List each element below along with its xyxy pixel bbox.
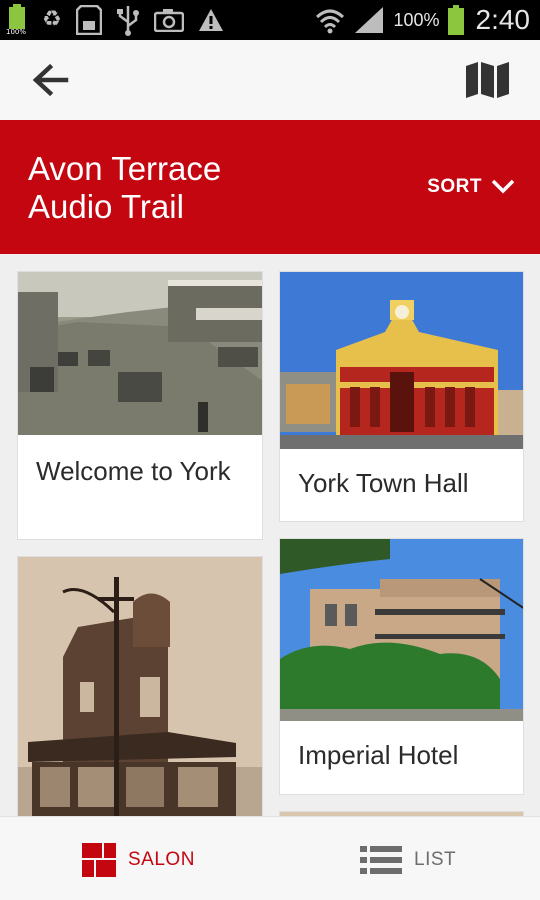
chevron-down-icon [491,179,515,194]
signal-icon [355,7,384,33]
tab-salon[interactable]: SALON [82,843,195,877]
warning-icon [198,9,223,31]
clock: 2:40 [475,4,531,35]
small-battery-percent: 100% [6,28,27,36]
sort-button[interactable]: SORT [427,172,516,202]
battery-full-icon: 100% [6,4,28,36]
camera-icon [153,9,184,32]
bottom-tab-bar: SALON LIST [0,816,540,900]
stop-image-imperial-hotel [280,539,523,721]
wifi-icon [316,9,345,34]
trail-title-line-1: Avon Terrace [28,150,222,187]
recycle-icon: ♻ [42,7,62,32]
action-bar [0,40,540,120]
map-button[interactable] [462,60,514,100]
stop-card-welcome[interactable]: Welcome to York [17,271,263,540]
tab-list-label: LIST [414,849,457,870]
trail-header: Avon Terrace Audio Trail SORT [0,120,540,254]
battery-icon [447,5,464,35]
status-bar: 100% ♻ 100% 2:40 [0,0,540,40]
usb-icon [116,6,139,36]
stop-grid: Welcome to York York Town Hall Imperial … [0,254,540,816]
battery-percent: 100% [393,9,440,30]
list-view-icon [360,846,402,874]
trail-title: Avon Terrace Audio Trail [28,150,388,226]
stop-card-imperial-hotel[interactable]: Imperial Hotel [279,538,524,795]
tab-list[interactable]: LIST [360,843,456,877]
trail-title-line-2: Audio Trail [28,188,184,225]
folded-map-icon [466,62,509,98]
stop-caption-town-hall: York Town Hall [298,468,469,498]
stop-caption-imperial-hotel: Imperial Hotel [298,740,459,770]
back-button[interactable] [26,58,76,102]
arrow-left-icon [32,63,69,97]
status-indicators: 100% 2:40 [315,0,530,40]
stop-image-welcome [18,272,262,435]
stop-image-town-hall [280,272,523,449]
tab-salon-label: SALON [128,849,195,870]
stop-image-corner-building [18,557,262,816]
status-notifications: 100% ♻ [6,4,224,36]
grid-view-icon [82,843,116,877]
sort-label: SORT [427,176,482,197]
stop-card-corner-building[interactable] [17,556,263,816]
stop-caption-welcome: Welcome to York [36,456,231,486]
stop-card-town-hall[interactable]: York Town Hall [279,271,524,522]
sd-card-icon [75,5,102,35]
